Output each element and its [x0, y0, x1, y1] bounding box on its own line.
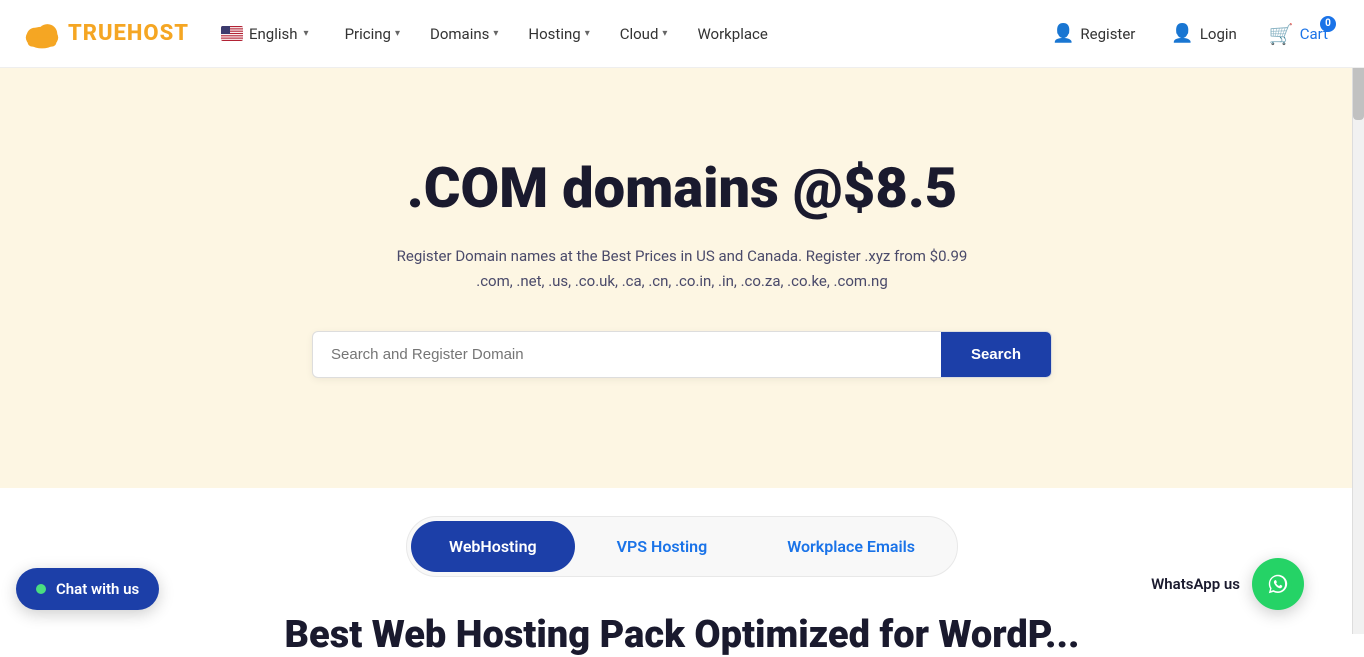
cloud-chevron-icon: ▾ [662, 28, 667, 39]
domain-search-bar: Search [312, 331, 1052, 378]
hero-section: .COM domains @$8.5 Register Domain names… [0, 68, 1364, 488]
chat-label: Chat with us [56, 580, 139, 598]
whatsapp-section: WhatsApp us [1151, 558, 1304, 610]
login-button[interactable]: 👤 Login [1155, 15, 1252, 52]
tab-workplace-emails[interactable]: Workplace Emails [749, 521, 953, 572]
nav-actions: 👤 Register 👤 Login 0 🛒 Cart [1036, 14, 1340, 54]
whatsapp-label: WhatsApp us [1151, 575, 1240, 593]
nav-hosting[interactable]: Hosting ▾ [516, 19, 601, 49]
hero-subtitle: Register Domain names at the Best Prices… [382, 244, 982, 295]
navbar: TRUEHOST English ▾ Pricing ▾ Domains ▾ H… [0, 0, 1364, 68]
nav-domains[interactable]: Domains ▾ [418, 19, 510, 49]
nav-workplace[interactable]: Workplace [685, 19, 779, 49]
nav-links: Pricing ▾ Domains ▾ Hosting ▾ Cloud ▾ Wo… [333, 19, 780, 49]
hosting-chevron-icon: ▾ [585, 28, 590, 39]
tab-vps-hosting[interactable]: VPS Hosting [579, 521, 746, 572]
login-icon: 👤 [1171, 23, 1193, 44]
lang-chevron-icon: ▾ [304, 28, 309, 39]
search-input[interactable] [313, 332, 941, 377]
nav-cloud[interactable]: Cloud ▾ [608, 19, 680, 49]
whatsapp-button[interactable] [1252, 558, 1304, 610]
hero-title: .COM domains @$8.5 [407, 158, 957, 220]
tabs-wrapper: WebHosting VPS Hosting Workplace Emails [406, 516, 958, 577]
pricing-chevron-icon: ▾ [395, 28, 400, 39]
section-title: Best Web Hosting Pack Optimized for Word… [285, 589, 1080, 657]
nav-pricing[interactable]: Pricing ▾ [333, 19, 412, 49]
logo[interactable]: TRUEHOST [24, 16, 189, 52]
chat-widget[interactable]: Chat with us [16, 568, 159, 610]
register-button[interactable]: 👤 Register [1036, 15, 1151, 52]
domains-chevron-icon: ▾ [493, 28, 498, 39]
tab-webhosting[interactable]: WebHosting [411, 521, 575, 572]
search-button[interactable]: Search [941, 332, 1051, 377]
scrollbar[interactable] [1352, 0, 1364, 634]
cart-icon: 🛒 [1269, 22, 1294, 46]
cart-badge: 0 [1320, 16, 1336, 32]
language-selector[interactable]: English ▾ [221, 25, 309, 43]
cart-button[interactable]: 0 🛒 Cart [1257, 14, 1340, 54]
chat-online-indicator [36, 584, 46, 594]
lang-label: English [249, 25, 298, 43]
register-icon: 👤 [1052, 23, 1074, 44]
brand-name: TRUEHOST [68, 21, 189, 46]
